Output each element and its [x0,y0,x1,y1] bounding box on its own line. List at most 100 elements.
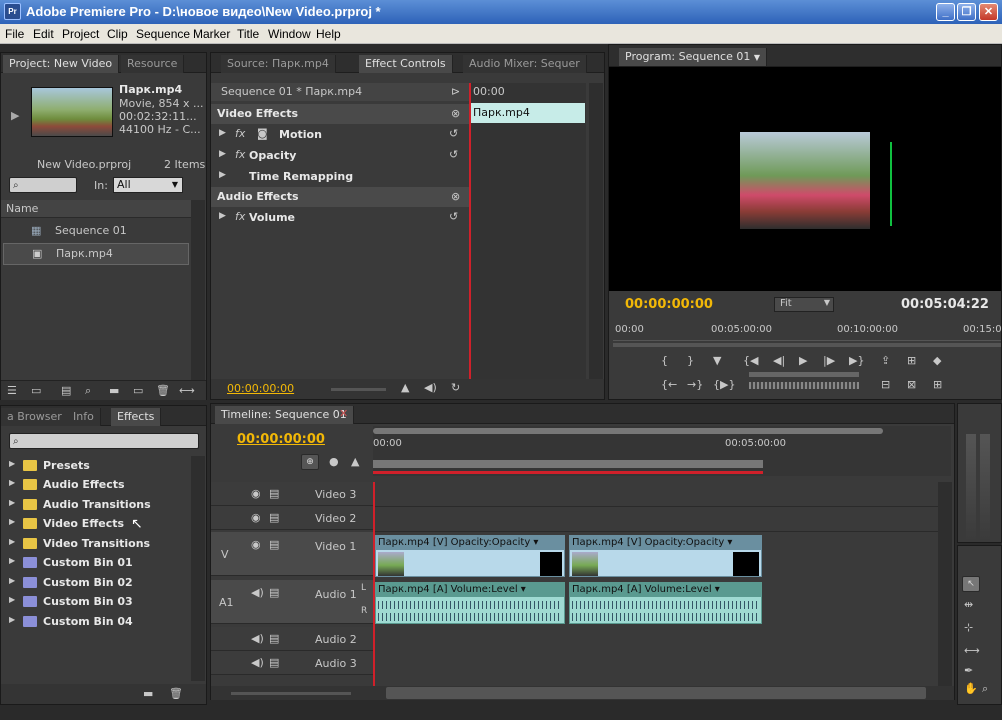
effects-bin-03[interactable]: ▶ Custom Bin 03 [1,592,191,611]
new-bin-icon[interactable]: ▬ [109,384,119,397]
program-timecode[interactable]: 00:00:00:00 [625,297,713,312]
ripple-edit-tool-icon[interactable]: ⊹ [964,621,973,634]
effects-bin-02[interactable]: ▶ Custom Bin 02 [1,573,191,592]
track-header-audio3[interactable]: ◀) ▤ Audio 3 [211,651,373,675]
trash-icon[interactable]: 🗑 [169,687,183,700]
project-item-clip[interactable]: ▣ Парк.mp4 [3,243,189,265]
hand-tool-icon[interactable]: ✋ [964,682,978,695]
audio-effects-header[interactable]: Audio Effects ⊗ [211,187,469,207]
restore-button[interactable]: ❐ [957,3,976,21]
collapse-icon[interactable]: ⊗ [451,107,460,120]
menu-window[interactable]: Window [268,27,311,41]
effects-bin-01[interactable]: ▶ Custom Bin 01 [1,553,191,572]
program-ruler[interactable]: 00:00 00:05:00:00 00:10:00:00 00:15:0 [613,321,1002,341]
audio-source-target[interactable]: A1 [219,596,234,609]
tab-source[interactable]: Source: Парк.mp4 [221,55,336,73]
track-header-video2[interactable]: ◉ ▤ Video 2 [211,506,373,530]
project-scrollbar[interactable] [191,200,205,380]
menu-title[interactable]: Title [237,27,259,41]
effect-row-motion[interactable]: ▶ fx ◙ Motion ↺ [211,125,469,145]
timeline-ruler[interactable]: 00:00 00:05:00:00 [373,426,951,476]
timeline-horizontal-scrollbar[interactable] [386,687,926,699]
menu-project[interactable]: Project [62,27,99,41]
effects-scrollbar[interactable] [191,456,205,681]
selection-tool-icon[interactable]: ↖ [962,576,980,592]
play-audio-icon[interactable]: ◀) [424,381,437,394]
motion-icon[interactable]: ◙ [257,127,268,140]
tab-resource[interactable]: Resource [121,55,185,73]
set-encore-marker-icon[interactable]: ● [329,455,339,468]
set-marker-icon[interactable]: ▲ [351,455,359,468]
trash-icon[interactable]: 🗑 [156,384,170,397]
step-forward-icon[interactable]: |▶ [823,354,835,367]
list-view-icon[interactable]: ☰ [7,384,17,397]
go-to-in-icon[interactable]: {◀ [743,354,758,367]
close-tab-icon[interactable]: ✕ [339,407,348,420]
menu-clip[interactable]: Clip [107,27,128,41]
slip-tool-icon[interactable]: ⟷ [964,644,980,657]
timeline-zoom-bar[interactable] [373,428,883,434]
play-icon[interactable]: ▶ [799,354,807,367]
track-header-video1[interactable]: V ◉ ▤ Video 1 [211,532,373,576]
jog-wheel[interactable] [749,382,859,389]
go-to-next-edit-icon[interactable]: →} [687,378,703,391]
tab-effect-controls[interactable]: Effect Controls [359,55,453,73]
ec-timecode[interactable]: 00:00:00:00 [227,382,294,395]
menu-marker[interactable]: Marker [193,27,230,41]
automate-icon[interactable]: ▤ [61,384,71,397]
effects-folder-video-effects[interactable]: ▶ Video Effects ↖ [1,514,191,533]
mark-out-icon[interactable]: } [687,354,694,367]
video-effects-header[interactable]: Video Effects ⊗ [211,104,469,124]
effect-row-opacity[interactable]: ▶ fx Opacity ↺ [211,146,469,166]
menu-sequence[interactable]: Sequence [136,27,190,41]
timeline-timecode[interactable]: 00:00:00:00 [237,432,325,447]
program-zoom-bar[interactable] [613,343,1001,347]
ec-zoom-slider[interactable] [331,388,386,391]
go-to-out-icon[interactable]: ▶} [849,354,864,367]
step-back-icon[interactable]: ◀| [773,354,785,367]
menu-edit[interactable]: Edit [33,27,54,41]
tab-timeline[interactable]: Timeline: Sequence 01 [215,406,354,424]
safe-margins-icon[interactable]: ⊞ [933,378,942,391]
project-item-sequence[interactable]: ▦ Sequence 01 [3,220,189,242]
zoom-in-icon[interactable]: ▲ [401,381,409,394]
output-icon[interactable]: ⊠ [907,378,916,391]
ec-clip-bar[interactable]: Парк.mp4 [471,103,585,123]
track-header-video3[interactable]: ◉ ▤ Video 3 [211,482,373,506]
pen-tool-icon[interactable]: ✒ [964,664,973,677]
zoom-tool-icon[interactable]: ⌕ [982,682,988,696]
trim-monitor-icon[interactable]: ⊟ [881,378,890,391]
expand-triangle-icon[interactable]: ▶ [219,149,226,159]
tab-info[interactable]: Info [67,408,101,426]
video-clip-1[interactable]: Парк.mp4 [V] Opacity:Opacity ▾ [375,535,565,577]
reset-icon[interactable]: ↺ [449,210,458,223]
menu-file[interactable]: File [5,27,24,41]
effects-folder-audio-transitions[interactable]: ▶ Audio Transitions [1,495,191,514]
timeline-zoom-slider[interactable] [231,692,351,695]
audio-clip-1[interactable]: Парк.mp4 [A] Volume:Level ▾ [375,582,565,624]
snap-icon[interactable]: ⊕ [301,454,319,470]
show-hide-timeline-icon[interactable]: ⊳ [451,85,460,98]
video-clip-2[interactable]: Парк.mp4 [V] Opacity:Opacity ▾ [569,535,762,577]
new-bin-icon[interactable]: ▬ [143,687,153,700]
expand-triangle-icon[interactable]: ▶ [219,211,226,221]
project-search-input[interactable]: ⌕ [9,177,77,193]
fx-icon[interactable]: fx [235,127,245,140]
track-header-audio1[interactable]: A1 ◀) ▤ Audio 1 [211,580,373,624]
new-item-icon[interactable]: ▭ [133,384,143,397]
reset-icon[interactable]: ↺ [449,148,458,161]
collapse-icon[interactable]: ⊗ [451,190,460,203]
fit-dropdown[interactable]: Fit ▼ [774,297,834,312]
lift-icon[interactable]: ⇪ [881,354,890,367]
export-frame-icon[interactable]: ◆ [933,354,941,367]
tab-media-browser[interactable]: a Browser [1,408,69,426]
effect-row-volume[interactable]: ▶ fx Volume ↺ [211,208,469,228]
fx-icon[interactable]: fx [235,210,245,223]
icon-view-icon[interactable]: ▭ [31,384,41,397]
effects-bin-04[interactable]: ▶ Custom Bin 04 [1,612,191,631]
mark-in-icon[interactable]: { [661,354,668,367]
menu-help[interactable]: Help [316,27,341,41]
effects-folder-audio-effects[interactable]: ▶ Audio Effects [1,475,191,494]
marker-icon[interactable]: ▼ [713,354,721,367]
in-dropdown[interactable]: All ▼ [113,177,183,193]
